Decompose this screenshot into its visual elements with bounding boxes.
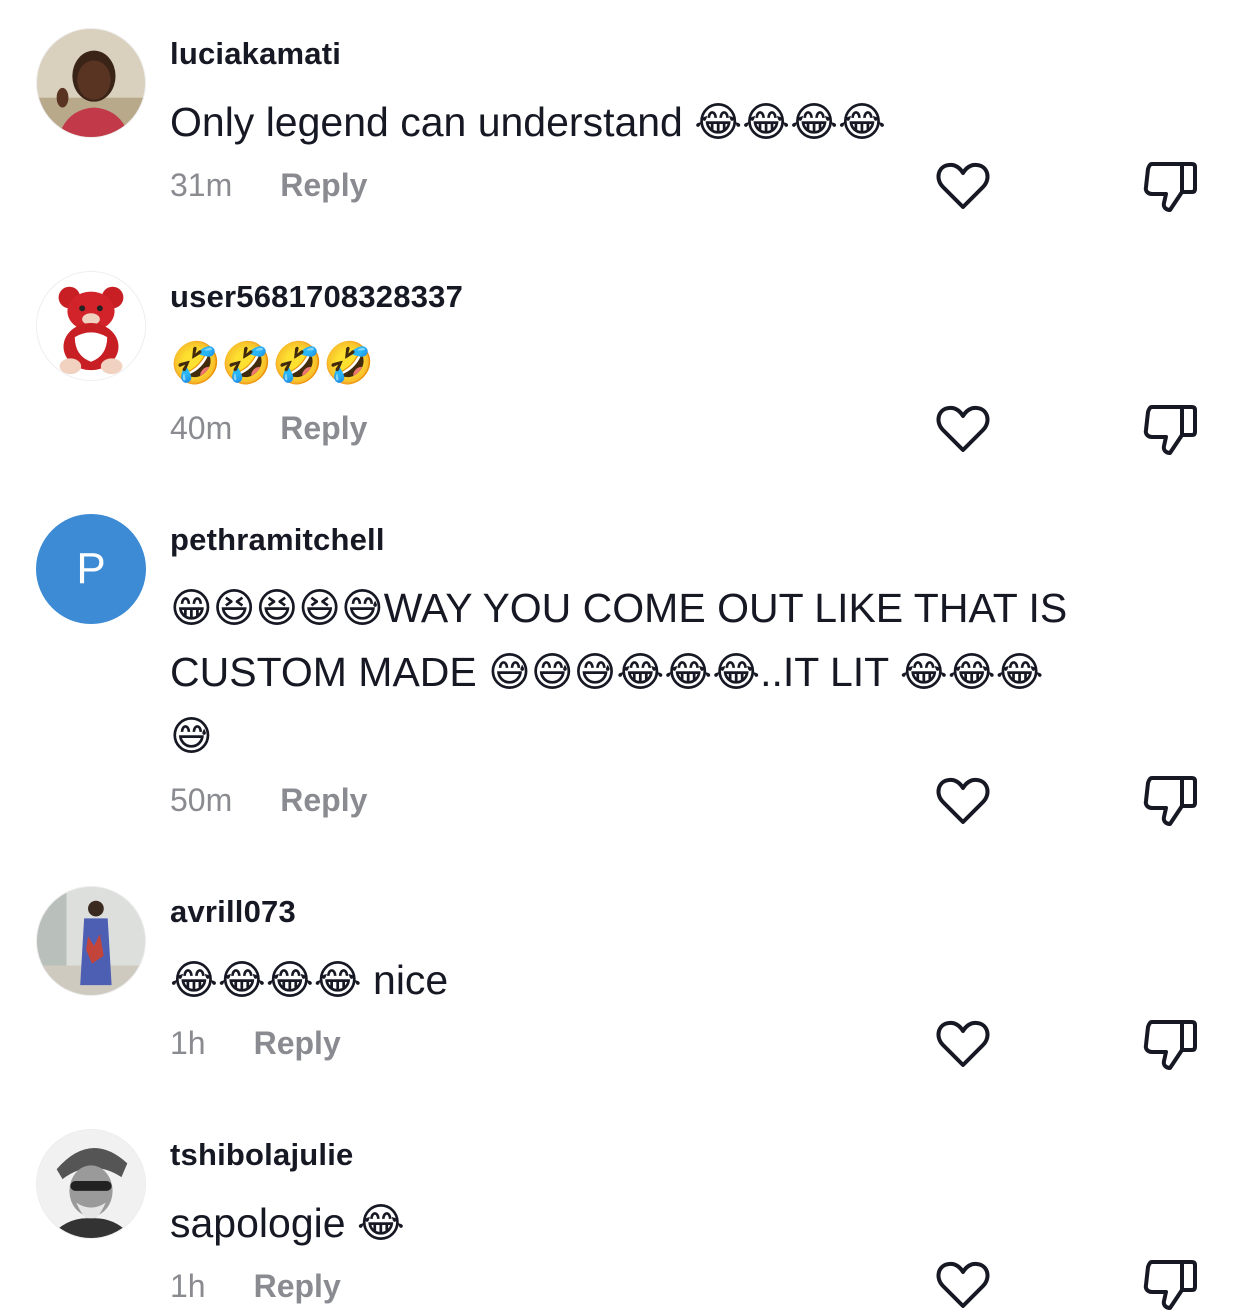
comment-time: 40m <box>170 410 233 446</box>
comment-text: sapologie 😂 <box>170 1200 405 1246</box>
comment-meta: 1h Reply <box>170 1025 341 1062</box>
comment-text: Only legend can understand 😂😂😂😂 <box>170 99 886 145</box>
comment-time: 31m <box>170 167 233 203</box>
reply-button[interactable]: Reply <box>280 167 367 204</box>
comment-text: 😂😂😂😂 nice <box>170 957 449 1003</box>
comment-meta: 40m Reply <box>170 410 367 447</box>
avatar[interactable] <box>36 28 146 138</box>
heart-icon[interactable] <box>935 404 991 454</box>
thumbs-down-icon[interactable] <box>1140 772 1200 828</box>
comment-time: 1h <box>170 1268 206 1304</box>
username[interactable]: avrill073 <box>170 894 296 930</box>
heart-icon[interactable] <box>935 161 991 211</box>
comment-text: 🤣🤣🤣🤣 <box>170 340 375 386</box>
thumbs-down-icon[interactable] <box>1140 1256 1200 1312</box>
avatar[interactable]: P <box>36 514 146 624</box>
heart-icon[interactable] <box>935 1260 991 1310</box>
reply-button[interactable]: Reply <box>280 410 367 447</box>
comment-meta: 31m Reply <box>170 167 367 204</box>
username[interactable]: luciakamati <box>170 36 341 72</box>
username[interactable]: pethramitchell <box>170 522 385 558</box>
reply-button[interactable]: Reply <box>280 782 367 819</box>
heart-icon[interactable] <box>935 776 991 826</box>
username[interactable]: user5681708328337 <box>170 279 463 315</box>
reply-button[interactable]: Reply <box>254 1268 341 1305</box>
comment-meta: 1h Reply <box>170 1268 341 1305</box>
comment-meta: 50m Reply <box>170 782 367 819</box>
comment-text: 😁😆😆😆😅WAY YOU COME OUT LIKE THAT IS CUSTO… <box>170 585 1079 759</box>
thumbs-down-icon[interactable] <box>1140 158 1200 214</box>
avatar[interactable] <box>36 1129 146 1239</box>
heart-icon[interactable] <box>935 1019 991 1069</box>
comment-time: 50m <box>170 782 233 818</box>
username[interactable]: tshibolajulie <box>170 1137 353 1173</box>
reply-button[interactable]: Reply <box>254 1025 341 1062</box>
avatar[interactable] <box>36 886 146 996</box>
avatar[interactable] <box>36 271 146 381</box>
thumbs-down-icon[interactable] <box>1140 401 1200 457</box>
comment-time: 1h <box>170 1025 206 1061</box>
thumbs-down-icon[interactable] <box>1140 1016 1200 1072</box>
